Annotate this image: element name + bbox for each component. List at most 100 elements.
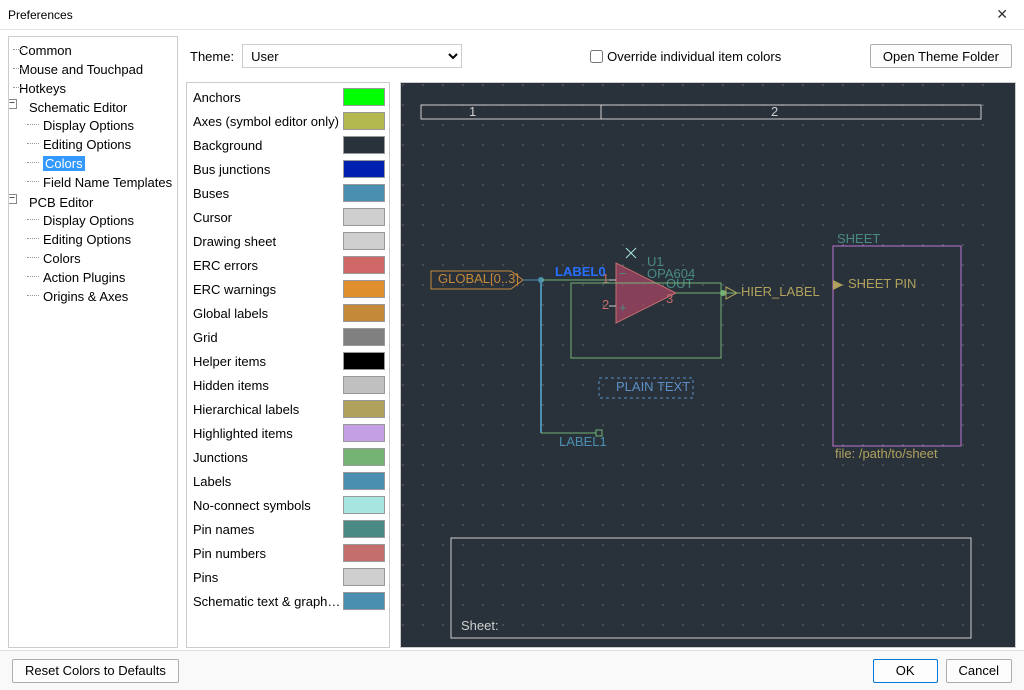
color-name: Labels <box>193 474 343 489</box>
pin-2: 2 <box>602 297 609 312</box>
cancel-button[interactable]: Cancel <box>946 659 1012 683</box>
color-item[interactable]: Background <box>187 133 389 157</box>
tree-pcb-colors[interactable]: Colors <box>33 249 173 268</box>
color-name: Buses <box>193 186 343 201</box>
color-item[interactable]: Highlighted items <box>187 421 389 445</box>
color-item[interactable]: Drawing sheet <box>187 229 389 253</box>
reset-colors-button[interactable]: Reset Colors to Defaults <box>12 659 179 683</box>
tree-hotkeys[interactable]: Hotkeys <box>9 79 177 98</box>
color-swatch[interactable] <box>343 136 385 154</box>
color-name: Cursor <box>193 210 343 225</box>
color-swatch[interactable] <box>343 256 385 274</box>
preferences-tree: Common Mouse and Touchpad Hotkeys − Sche… <box>8 36 178 648</box>
open-theme-folder-button[interactable]: Open Theme Folder <box>870 44 1012 68</box>
color-name: Hierarchical labels <box>193 402 343 417</box>
ok-button[interactable]: OK <box>873 659 938 683</box>
color-item[interactable]: Cursor <box>187 205 389 229</box>
color-item[interactable]: Hidden items <box>187 373 389 397</box>
color-name: Pin numbers <box>193 546 343 561</box>
collapse-icon[interactable]: − <box>8 99 17 109</box>
color-item[interactable]: Helper items <box>187 349 389 373</box>
sheet-file-label: file: /path/to/sheet <box>835 446 938 461</box>
color-swatch[interactable] <box>343 496 385 514</box>
tree-sch-display[interactable]: Display Options <box>33 116 173 135</box>
color-swatch[interactable] <box>343 472 385 490</box>
color-swatch[interactable] <box>343 568 385 586</box>
color-item[interactable]: ERC errors <box>187 253 389 277</box>
color-name: Anchors <box>193 90 343 105</box>
color-swatch[interactable] <box>343 328 385 346</box>
color-list[interactable]: Anchors Axes (symbol editor only) Backgrou… <box>186 82 390 648</box>
window-title: Preferences <box>8 8 73 22</box>
color-item[interactable]: Pin names <box>187 517 389 541</box>
tree-common[interactable]: Common <box>9 41 177 60</box>
label0: LABEL0 <box>555 264 606 279</box>
color-swatch[interactable] <box>343 448 385 466</box>
color-name: ERC errors <box>193 258 343 273</box>
color-swatch[interactable] <box>343 352 385 370</box>
color-swatch[interactable] <box>343 592 385 610</box>
tree-pcb-actionplugins[interactable]: Action Plugins <box>33 268 173 287</box>
color-name: Pins <box>193 570 343 585</box>
theme-select[interactable]: User <box>242 44 462 68</box>
sheet-footer: Sheet: <box>461 618 499 633</box>
override-label[interactable]: Override individual item colors <box>590 49 781 64</box>
color-swatch[interactable] <box>343 400 385 418</box>
color-item[interactable]: Labels <box>187 469 389 493</box>
color-swatch[interactable] <box>343 376 385 394</box>
color-swatch[interactable] <box>343 160 385 178</box>
color-item[interactable]: Axes (symbol editor only) <box>187 109 389 133</box>
tree-sch-colors[interactable]: Colors <box>33 154 173 173</box>
close-icon[interactable]: ✕ <box>988 2 1016 27</box>
color-name: Global labels <box>193 306 343 321</box>
color-swatch[interactable] <box>343 184 385 202</box>
color-item[interactable]: Pins <box>187 565 389 589</box>
tree-pcb-display[interactable]: Display Options <box>33 211 173 230</box>
color-swatch[interactable] <box>343 112 385 130</box>
global-label: GLOBAL[0..3] <box>438 271 519 286</box>
color-swatch[interactable] <box>343 280 385 298</box>
color-swatch[interactable] <box>343 232 385 250</box>
collapse-icon[interactable]: − <box>8 194 17 204</box>
color-item[interactable]: Pin numbers <box>187 541 389 565</box>
color-name: Drawing sheet <box>193 234 343 249</box>
tree-pcb-editing[interactable]: Editing Options <box>33 230 173 249</box>
tree-pcb-editor[interactable]: − PCB Editor Display Options Editing Opt… <box>9 193 177 307</box>
tree-schematic-editor[interactable]: − Schematic Editor Display Options Editi… <box>9 98 177 193</box>
tree-mouse[interactable]: Mouse and Touchpad <box>9 60 177 79</box>
hier-label: HIER_LABEL <box>741 284 820 299</box>
color-item[interactable]: ERC warnings <box>187 277 389 301</box>
color-swatch[interactable] <box>343 304 385 322</box>
ruler-1: 1 <box>469 104 476 119</box>
sheet-title: SHEET <box>837 231 880 246</box>
color-item[interactable]: Buses <box>187 181 389 205</box>
color-name: Hidden items <box>193 378 343 393</box>
color-name: Grid <box>193 330 343 345</box>
color-item[interactable]: Anchors <box>187 85 389 109</box>
tree-pcb-origins[interactable]: Origins & Axes <box>33 287 173 306</box>
tree-sch-fieldnames[interactable]: Field Name Templates <box>33 173 173 192</box>
color-item[interactable]: Grid <box>187 325 389 349</box>
color-swatch[interactable] <box>343 88 385 106</box>
color-preview: 1 2 GLOBAL[0..3] LABEL1 LABEL0 <box>400 82 1016 648</box>
ruler-2: 2 <box>771 104 778 119</box>
color-item[interactable]: Bus junctions <box>187 157 389 181</box>
color-swatch[interactable] <box>343 424 385 442</box>
color-item[interactable]: Schematic text & graphics <box>187 589 389 613</box>
color-swatch[interactable] <box>343 520 385 538</box>
color-name: Highlighted items <box>193 426 343 441</box>
color-name: Junctions <box>193 450 343 465</box>
color-item[interactable]: Global labels <box>187 301 389 325</box>
pin-plus: + <box>619 300 627 315</box>
color-item[interactable]: Hierarchical labels <box>187 397 389 421</box>
color-name: Helper items <box>193 354 343 369</box>
color-name: Schematic text & graphics <box>193 594 343 609</box>
tree-sch-editing[interactable]: Editing Options <box>33 135 173 154</box>
color-item[interactable]: Junctions <box>187 445 389 469</box>
pin-3: 3 <box>666 291 673 306</box>
color-name: Axes (symbol editor only) <box>193 114 343 129</box>
color-swatch[interactable] <box>343 208 385 226</box>
color-swatch[interactable] <box>343 544 385 562</box>
color-item[interactable]: No-connect symbols <box>187 493 389 517</box>
override-checkbox[interactable] <box>590 50 603 63</box>
